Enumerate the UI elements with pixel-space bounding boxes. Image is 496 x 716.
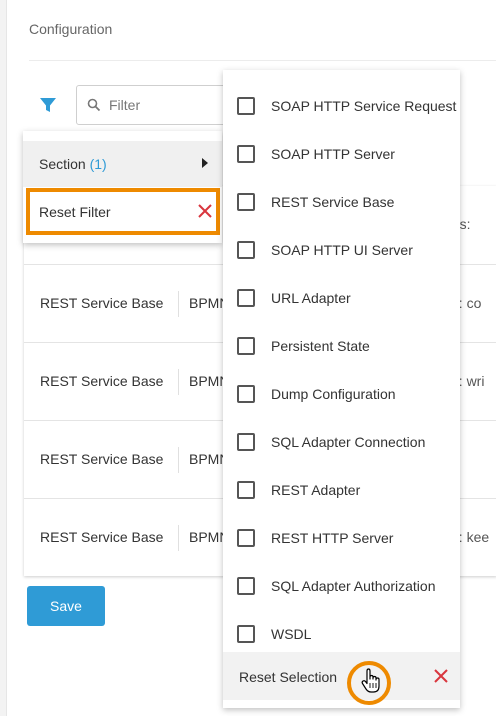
- checkbox[interactable]: [237, 97, 255, 115]
- section-option[interactable]: URL Adapter: [223, 268, 460, 316]
- section-option[interactable]: SOAP HTTP Service Request: [223, 76, 460, 124]
- page-title: Configuration: [29, 21, 113, 37]
- section-option-label: REST Adapter: [271, 482, 361, 498]
- column-divider: [178, 369, 179, 395]
- section-option-label: Dump Configuration: [271, 386, 396, 402]
- section-option[interactable]: SQL Adapter Connection: [223, 412, 460, 460]
- chevron-right-icon: [202, 158, 208, 168]
- checkbox[interactable]: [237, 337, 255, 355]
- menu-item-section-text: Section (1): [39, 156, 107, 172]
- section-option[interactable]: REST Adapter: [223, 460, 460, 508]
- section-option[interactable]: WSDL: [223, 604, 460, 652]
- section-option[interactable]: REST HTTP Server: [223, 508, 460, 556]
- section-option-label: Persistent State: [271, 338, 370, 354]
- close-icon[interactable]: [197, 203, 213, 219]
- column-divider: [178, 447, 179, 473]
- section-option-label: SQL Adapter Connection: [271, 434, 426, 450]
- checkbox[interactable]: [237, 241, 255, 259]
- column-divider: [178, 291, 179, 317]
- section-option[interactable]: SOAP HTTP Server: [223, 124, 460, 172]
- menu-item-reset-filter[interactable]: Reset Filter: [26, 188, 220, 235]
- checkbox[interactable]: [237, 481, 255, 499]
- checkbox[interactable]: [237, 385, 255, 403]
- table-cell-section: REST Service Base: [40, 373, 164, 389]
- checkbox[interactable]: [237, 577, 255, 595]
- section-option-label: SQL Adapter Authorization: [271, 578, 436, 594]
- section-option-label: REST Service Base: [271, 194, 395, 210]
- close-icon[interactable]: [433, 668, 449, 684]
- table-cell-section: REST Service Base: [40, 295, 164, 311]
- table-cell-section: REST Service Base: [40, 529, 164, 545]
- checkbox[interactable]: [237, 433, 255, 451]
- section-option[interactable]: Dump Configuration: [223, 364, 460, 412]
- section-option-label: WSDL: [271, 626, 312, 642]
- filter-menu: Section (1) Reset Filter: [23, 131, 222, 243]
- save-button[interactable]: Save: [27, 586, 105, 626]
- menu-item-section[interactable]: Section (1): [23, 141, 222, 187]
- filter-icon[interactable]: [39, 96, 57, 114]
- table-cell-section: REST Service Base: [40, 451, 164, 467]
- checkbox[interactable]: [237, 529, 255, 547]
- section-option-label: SOAP HTTP Service Request: [271, 98, 457, 114]
- search-icon: [87, 98, 101, 112]
- section-option[interactable]: REST Service Base: [223, 172, 460, 220]
- reset-selection-button[interactable]: Reset Selection: [223, 652, 460, 700]
- section-option-label: SOAP HTTP UI Server: [271, 242, 413, 258]
- section-option[interactable]: Persistent State: [223, 316, 460, 364]
- section-option-label: URL Adapter: [271, 290, 351, 306]
- reset-filter-label: Reset Filter: [39, 204, 111, 220]
- column-divider: [178, 525, 179, 551]
- section-option[interactable]: SQL Adapter Authorization: [223, 556, 460, 604]
- filter-input[interactable]: [109, 94, 229, 116]
- divider: [29, 60, 496, 61]
- checkbox[interactable]: [237, 145, 255, 163]
- section-option-label: SOAP HTTP Server: [271, 146, 395, 162]
- checkbox[interactable]: [237, 193, 255, 211]
- menu-item-section-label: Section: [39, 156, 86, 172]
- section-count-badge: (1): [89, 156, 107, 172]
- hand-cursor-icon: [361, 668, 380, 693]
- filter-input-box[interactable]: [76, 85, 236, 125]
- section-option-label: REST HTTP Server: [271, 530, 394, 546]
- checkbox[interactable]: [237, 625, 255, 643]
- checkbox[interactable]: [237, 289, 255, 307]
- reset-selection-label: Reset Selection: [239, 669, 338, 685]
- section-submenu: SOAP HTTP Service Request SOAP HTTP Serv…: [223, 70, 460, 708]
- section-option[interactable]: SOAP HTTP UI Server: [223, 220, 460, 268]
